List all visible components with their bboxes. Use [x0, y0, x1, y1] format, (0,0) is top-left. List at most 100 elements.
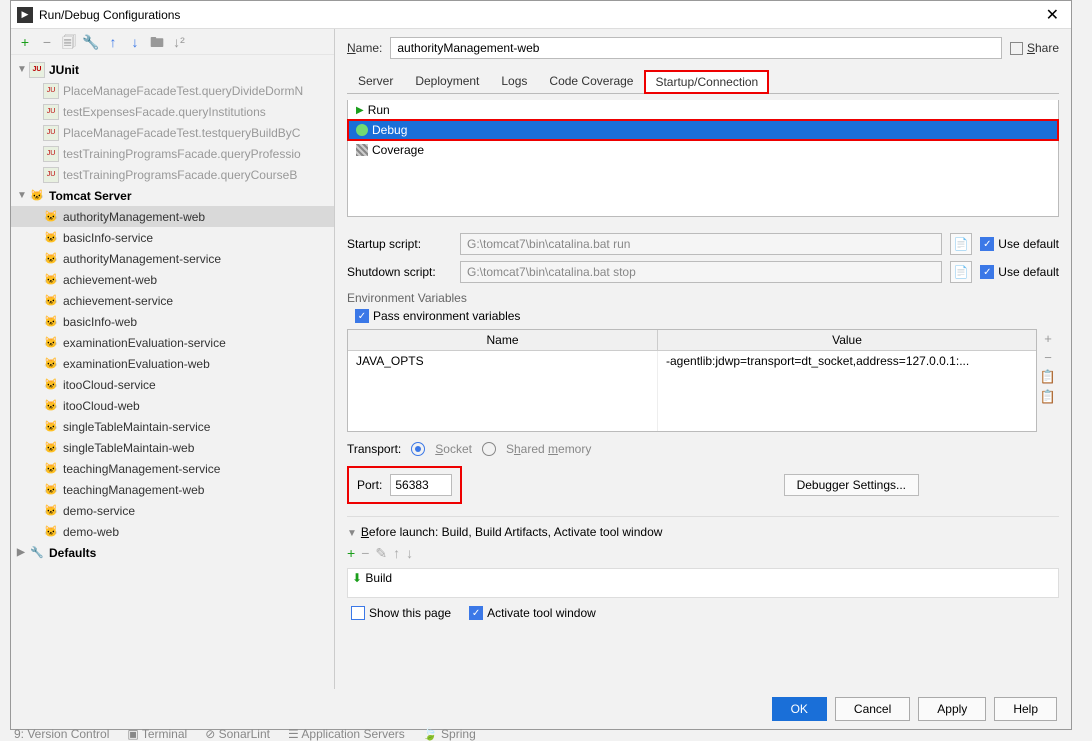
mode-debug[interactable]: Debug [348, 120, 1058, 140]
name-input[interactable] [390, 37, 1002, 59]
tab-terminal[interactable]: ▣ Terminal [127, 727, 187, 741]
coverage-icon [356, 144, 368, 156]
tab-code-coverage[interactable]: Code Coverage [538, 69, 644, 93]
before-edit-icon[interactable]: ✎ [375, 545, 387, 562]
sidebar-toolbar: + − 🗐 🔧 ↑ ↓ 🖿 ↓² [11, 29, 334, 55]
cancel-button[interactable]: Cancel [835, 697, 910, 721]
tab-logs[interactable]: Logs [490, 69, 538, 93]
remove-icon[interactable]: − [39, 34, 55, 50]
folder-icon[interactable]: 🖿 [149, 34, 165, 50]
tree-item[interactable]: 🐱demo-service [11, 500, 334, 521]
tree-item[interactable]: 🐱examinationEvaluation-web [11, 353, 334, 374]
tree-item[interactable]: testTrainingProgramsFacade.queryCourseB [11, 164, 334, 185]
tree-item[interactable]: testTrainingProgramsFacade.queryProfessi… [11, 143, 334, 164]
before-up-icon[interactable]: ↑ [393, 545, 400, 562]
port-input[interactable] [390, 474, 452, 496]
share-checkbox[interactable]: SSharehare [1010, 41, 1059, 55]
tree-item-selected[interactable]: 🐱authorityManagement-web [11, 206, 334, 227]
tree-item[interactable]: 🐱itooCloud-service [11, 374, 334, 395]
shutdown-script-input [460, 261, 942, 283]
pass-env-checkbox[interactable]: ✓Pass environment variables [355, 309, 1059, 323]
tab-spring[interactable]: 🍃 Spring [423, 727, 476, 741]
use-default-startup-checkbox[interactable]: ✓Use default [980, 237, 1059, 251]
tree-group-tomcat[interactable]: ▼🐱Tomcat Server [11, 185, 334, 206]
env-table[interactable]: NameValue JAVA_OPTS-agentlib:jdwp=transp… [347, 329, 1037, 432]
env-copy-icon[interactable]: 📋 [1039, 369, 1057, 385]
copy-icon[interactable]: 🗐 [61, 34, 77, 50]
show-this-page-checkbox[interactable]: ✓Show this page [351, 606, 451, 620]
before-launch-heading[interactable]: ▼Before launch: Build, Build Artifacts, … [347, 525, 1059, 539]
activate-tool-window-checkbox[interactable]: ✓Activate tool window [469, 606, 596, 620]
tab-sonarlint[interactable]: ⊘ SonarLint [205, 727, 270, 741]
tree-item[interactable]: 🐱basicInfo-service [11, 227, 334, 248]
tree-item[interactable]: 🐱singleTableMaintain-web [11, 437, 334, 458]
run-icon: ▶ [356, 105, 364, 116]
mode-run[interactable]: ▶Run [348, 100, 1058, 120]
shutdown-script-label: Shutdown script: [347, 265, 452, 279]
launch-mode-list[interactable]: ▶Run Debug Coverage [348, 100, 1058, 216]
startup-script-label: Startup script: [347, 237, 452, 251]
before-add-icon[interactable]: + [347, 545, 355, 562]
tree-item[interactable]: 🐱singleTableMaintain-service [11, 416, 334, 437]
ok-button[interactable]: OK [772, 697, 827, 721]
app-icon [17, 7, 33, 23]
env-col-value: Value [658, 330, 1036, 350]
tree-group-junit[interactable]: ▼JUnit [11, 59, 334, 80]
tab-bar: Server Deployment Logs Code Coverage Sta… [347, 69, 1059, 94]
dialog-title: Run/Debug Configurations [39, 8, 180, 22]
tab-server[interactable]: Server [347, 69, 404, 93]
up-icon[interactable]: ↑ [105, 34, 121, 50]
sort-icon[interactable]: ↓² [171, 34, 187, 50]
use-default-shutdown-checkbox[interactable]: ✓Use default [980, 265, 1059, 279]
tab-deployment[interactable]: Deployment [404, 69, 490, 93]
tree-item[interactable]: 🐱examinationEvaluation-service [11, 332, 334, 353]
tree-item[interactable]: 🐱itooCloud-web [11, 395, 334, 416]
mode-coverage[interactable]: Coverage [348, 140, 1058, 160]
before-down-icon[interactable]: ↓ [406, 545, 413, 562]
tree-item[interactable]: 🐱demo-web [11, 521, 334, 542]
tree-item[interactable]: 🐱teachingManagement-web [11, 479, 334, 500]
down-icon[interactable]: ↓ [127, 34, 143, 50]
tree-item[interactable]: 🐱authorityManagement-service [11, 248, 334, 269]
help-button[interactable]: Help [994, 697, 1057, 721]
debugger-settings-button[interactable]: Debugger Settings... [784, 474, 919, 496]
env-paste-icon[interactable]: 📋 [1039, 389, 1057, 405]
tree-item[interactable]: 🐱achievement-web [11, 269, 334, 290]
ide-bottom-tabs: 9: Version Control ▣ Terminal ⊘ SonarLin… [14, 727, 476, 741]
tab-startup-connection[interactable]: Startup/Connection [644, 70, 769, 94]
tab-app-servers[interactable]: ☰ Application Servers [288, 727, 405, 741]
env-remove-icon[interactable]: − [1039, 350, 1057, 365]
tree-item[interactable]: 🐱achievement-service [11, 290, 334, 311]
titlebar[interactable]: Run/Debug Configurations ✕ [11, 1, 1071, 29]
main-panel: Name: SSharehare Server Deployment Logs … [335, 29, 1071, 689]
browse-shutdown-button[interactable]: 📄 [950, 261, 972, 283]
apply-button[interactable]: Apply [918, 697, 986, 721]
tree-item[interactable]: 🐱teachingManagement-service [11, 458, 334, 479]
env-cell-value[interactable]: -agentlib:jdwp=transport=dt_socket,addre… [658, 351, 1036, 431]
debug-icon [356, 124, 368, 136]
port-label: Port: [357, 478, 382, 492]
transport-label: Transport: [347, 442, 401, 456]
transport-socket-radio[interactable] [411, 442, 425, 456]
settings-icon[interactable]: 🔧 [83, 34, 99, 50]
tree-item[interactable]: testExpensesFacade.queryInstitutions [11, 101, 334, 122]
before-launch-list[interactable]: ⬇ Build [347, 568, 1059, 598]
env-col-name: Name [348, 330, 658, 350]
sidebar: + − 🗐 🔧 ↑ ↓ 🖿 ↓² ▼JUnit PlaceManageFacad… [11, 29, 335, 689]
env-cell-name[interactable]: JAVA_OPTS [348, 351, 658, 431]
add-icon[interactable]: + [17, 34, 33, 50]
port-highlight: Port: [347, 466, 462, 504]
tree-item[interactable]: 🐱basicInfo-web [11, 311, 334, 332]
browse-startup-button[interactable]: 📄 [950, 233, 972, 255]
tab-version-control[interactable]: 9: Version Control [14, 727, 109, 741]
tree-group-defaults[interactable]: ▶🔧Defaults [11, 542, 334, 563]
env-add-icon[interactable]: + [1039, 331, 1057, 346]
tree-item[interactable]: PlaceManageFacadeTest.queryDivideDormN [11, 80, 334, 101]
close-icon[interactable]: ✕ [1040, 5, 1065, 25]
transport-shared-radio[interactable] [482, 442, 496, 456]
before-remove-icon[interactable]: − [361, 545, 369, 562]
tree-item[interactable]: PlaceManageFacadeTest.testqueryBuildByC [11, 122, 334, 143]
config-tree[interactable]: ▼JUnit PlaceManageFacadeTest.queryDivide… [11, 55, 334, 689]
startup-script-input [460, 233, 942, 255]
env-heading: Environment Variables [347, 291, 1059, 305]
